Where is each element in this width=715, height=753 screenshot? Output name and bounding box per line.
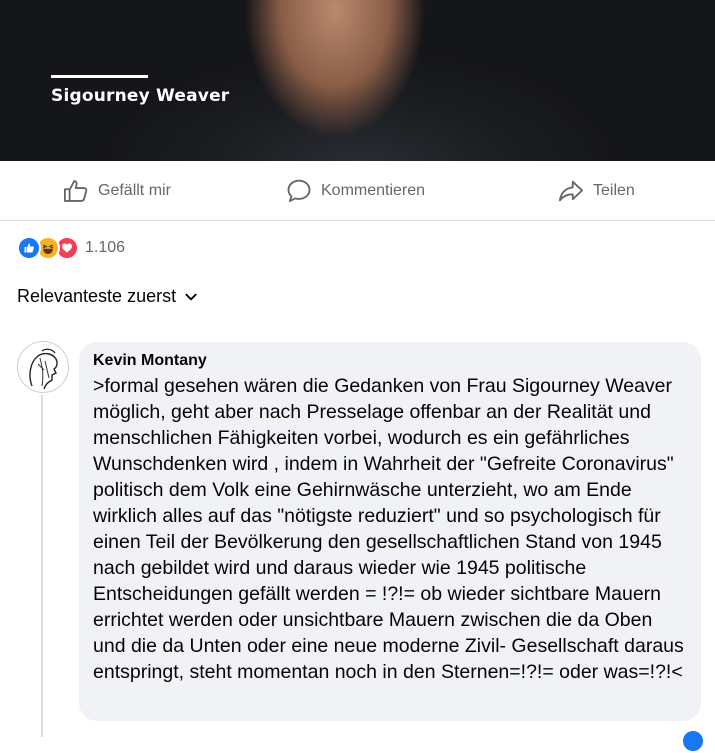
comment-button[interactable]: Kommentieren bbox=[285, 161, 425, 220]
comment-bubble: Kevin Montany >formal gesehen wären die … bbox=[79, 342, 701, 721]
comment-text: >formal gesehen wären die Gedanken von F… bbox=[93, 375, 684, 683]
like-label: Gefällt mir bbox=[98, 181, 171, 199]
post-photo[interactable]: Sigourney Weaver bbox=[0, 0, 715, 161]
comment-sort-dropdown[interactable]: Relevanteste zuerst bbox=[17, 286, 198, 307]
commenter-avatar[interactable] bbox=[17, 341, 69, 393]
comment-author[interactable]: Kevin Montany bbox=[93, 352, 687, 370]
post-action-bar: Gefällt mir Kommentieren Teilen bbox=[0, 161, 715, 221]
comment-bubble-icon bbox=[287, 179, 311, 202]
comment-sort-label: Relevanteste zuerst bbox=[17, 286, 177, 306]
comment-reaction-badge[interactable] bbox=[681, 729, 705, 753]
share-label: Teilen bbox=[593, 181, 635, 199]
share-arrow-icon bbox=[558, 180, 584, 201]
chevron-down-icon bbox=[185, 293, 197, 300]
like-button[interactable]: Gefällt mir bbox=[62, 161, 171, 220]
share-button[interactable]: Teilen bbox=[557, 161, 635, 220]
reaction-count: 1.106 bbox=[85, 239, 126, 256]
reply-thread-line bbox=[41, 395, 43, 737]
comment-label: Kommentieren bbox=[321, 181, 426, 199]
thumbs-up-icon bbox=[63, 179, 88, 202]
reactions-summary[interactable]: 1.106 bbox=[17, 236, 125, 260]
photo-caption: Sigourney Weaver bbox=[51, 86, 230, 106]
like-reaction-icon bbox=[17, 236, 41, 260]
caption-underline bbox=[51, 75, 148, 78]
